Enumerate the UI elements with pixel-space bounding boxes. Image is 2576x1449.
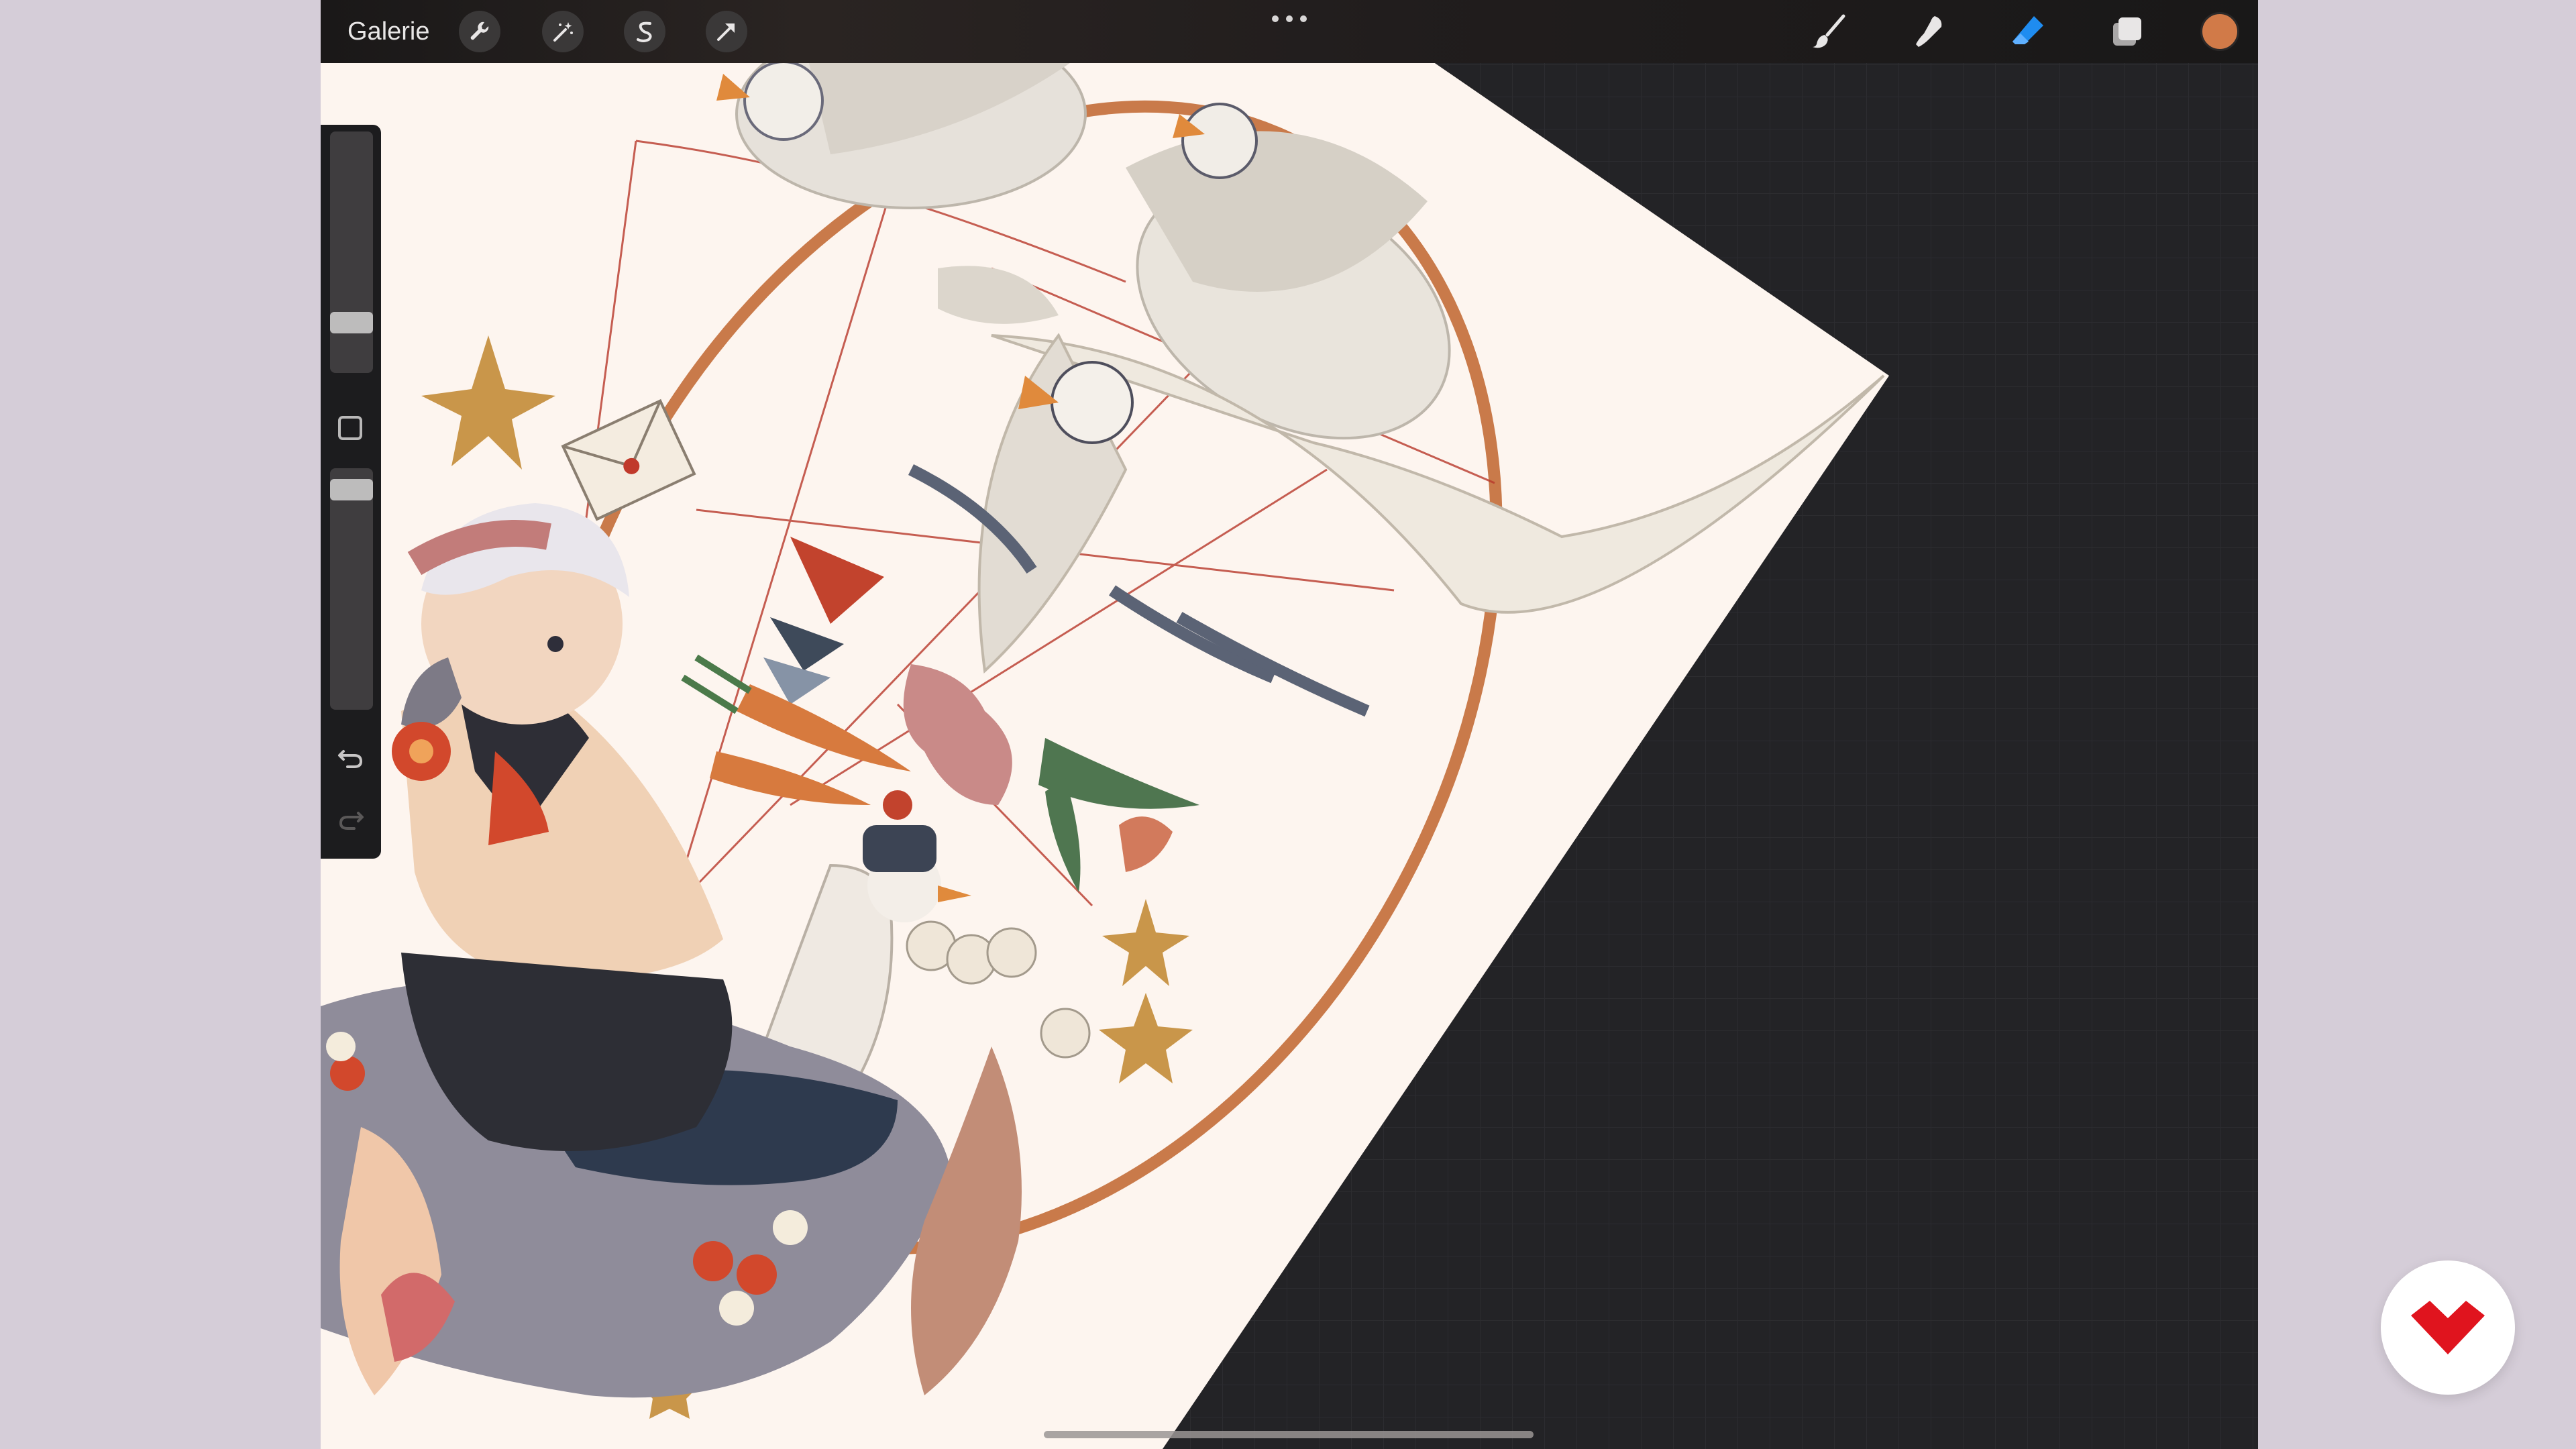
screen: Galerie xyxy=(0,0,2576,1449)
actions-button[interactable] xyxy=(459,11,500,52)
magic-wand-icon xyxy=(553,22,573,42)
color-picker-swatch[interactable] xyxy=(2200,12,2239,51)
eraser-icon xyxy=(2012,16,2043,44)
redo-icon[interactable] xyxy=(334,802,368,836)
brush-tool-button[interactable] xyxy=(1807,9,1851,54)
transform-button[interactable] xyxy=(706,11,747,52)
brush-icon xyxy=(1813,14,1845,48)
selection-button[interactable] xyxy=(624,11,665,52)
more-options-icon[interactable] xyxy=(1272,12,1307,25)
wrench-icon xyxy=(470,21,489,40)
drawing-canvas[interactable] xyxy=(321,0,2258,1449)
undo-icon[interactable] xyxy=(334,741,368,774)
top-toolbar: Galerie xyxy=(321,0,2258,63)
modify-square-icon[interactable] xyxy=(338,416,362,440)
brush-size-slider[interactable] xyxy=(330,131,373,373)
home-indicator[interactable] xyxy=(1044,1431,1534,1438)
layers-button[interactable] xyxy=(2105,9,2149,54)
smudge-icon xyxy=(1916,16,1942,47)
selection-s-icon xyxy=(637,21,652,42)
logo-mark-icon xyxy=(2411,1301,2485,1354)
transform-arrow-icon xyxy=(717,23,735,41)
opacity-slider[interactable] xyxy=(330,468,373,710)
smudge-tool-button[interactable] xyxy=(1907,9,1951,54)
adjustments-button[interactable] xyxy=(542,11,584,52)
gallery-button[interactable]: Galerie xyxy=(347,15,430,48)
opacity-thumb[interactable] xyxy=(330,479,373,501)
eraser-tool-button[interactable] xyxy=(2006,9,2050,54)
brush-size-thumb[interactable] xyxy=(330,311,373,333)
channel-logo xyxy=(2381,1260,2515,1395)
layers-icon xyxy=(2113,17,2141,46)
sidebar xyxy=(321,125,381,859)
procreate-app: Galerie xyxy=(321,0,2258,1449)
